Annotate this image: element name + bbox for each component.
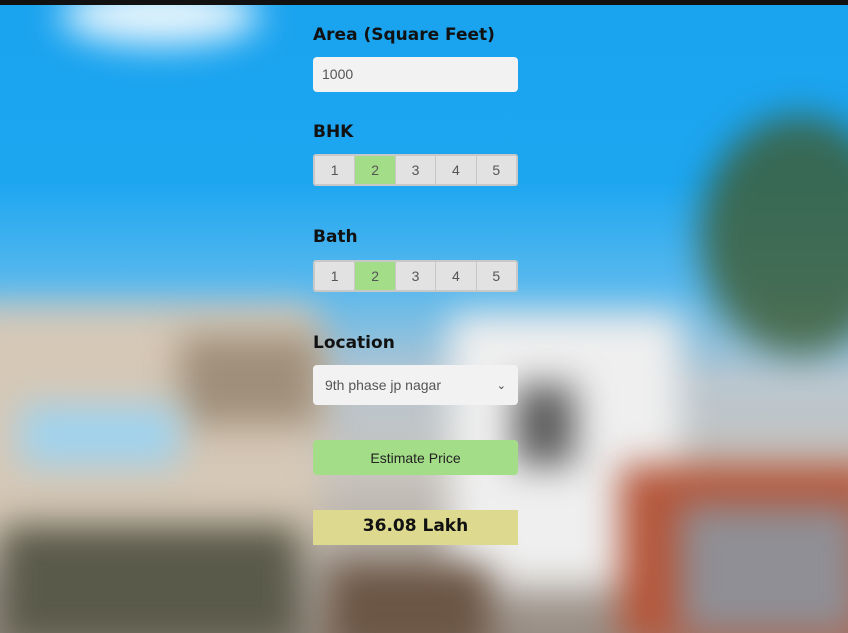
area-label: Area (Square Feet) — [313, 25, 495, 45]
bath-option-1[interactable]: 1 — [315, 262, 356, 290]
bhk-option-1[interactable]: 1 — [315, 156, 356, 184]
bhk-label: BHK — [313, 122, 354, 142]
location-select[interactable]: 9th phase jp nagar ⌄ — [313, 365, 518, 405]
estimated-price-result: 36.08 Lakh — [313, 510, 518, 545]
bath-selector: 1 2 3 4 5 — [313, 260, 518, 292]
bhk-option-5[interactable]: 5 — [477, 156, 516, 184]
bhk-option-3[interactable]: 3 — [396, 156, 437, 184]
location-select-value: 9th phase jp nagar — [325, 377, 441, 393]
area-input[interactable]: 1000 — [313, 57, 518, 92]
bhk-option-2[interactable]: 2 — [355, 156, 396, 184]
bhk-selector: 1 2 3 4 5 — [313, 154, 518, 186]
chevron-down-icon: ⌄ — [496, 379, 506, 392]
bath-option-4[interactable]: 4 — [436, 262, 477, 290]
location-label: Location — [313, 333, 395, 353]
bath-option-3[interactable]: 3 — [396, 262, 437, 290]
bath-label: Bath — [313, 227, 358, 247]
estimate-price-button[interactable]: Estimate Price — [313, 440, 518, 475]
bath-option-5[interactable]: 5 — [477, 262, 516, 290]
bath-option-2[interactable]: 2 — [355, 262, 396, 290]
bhk-option-4[interactable]: 4 — [436, 156, 477, 184]
